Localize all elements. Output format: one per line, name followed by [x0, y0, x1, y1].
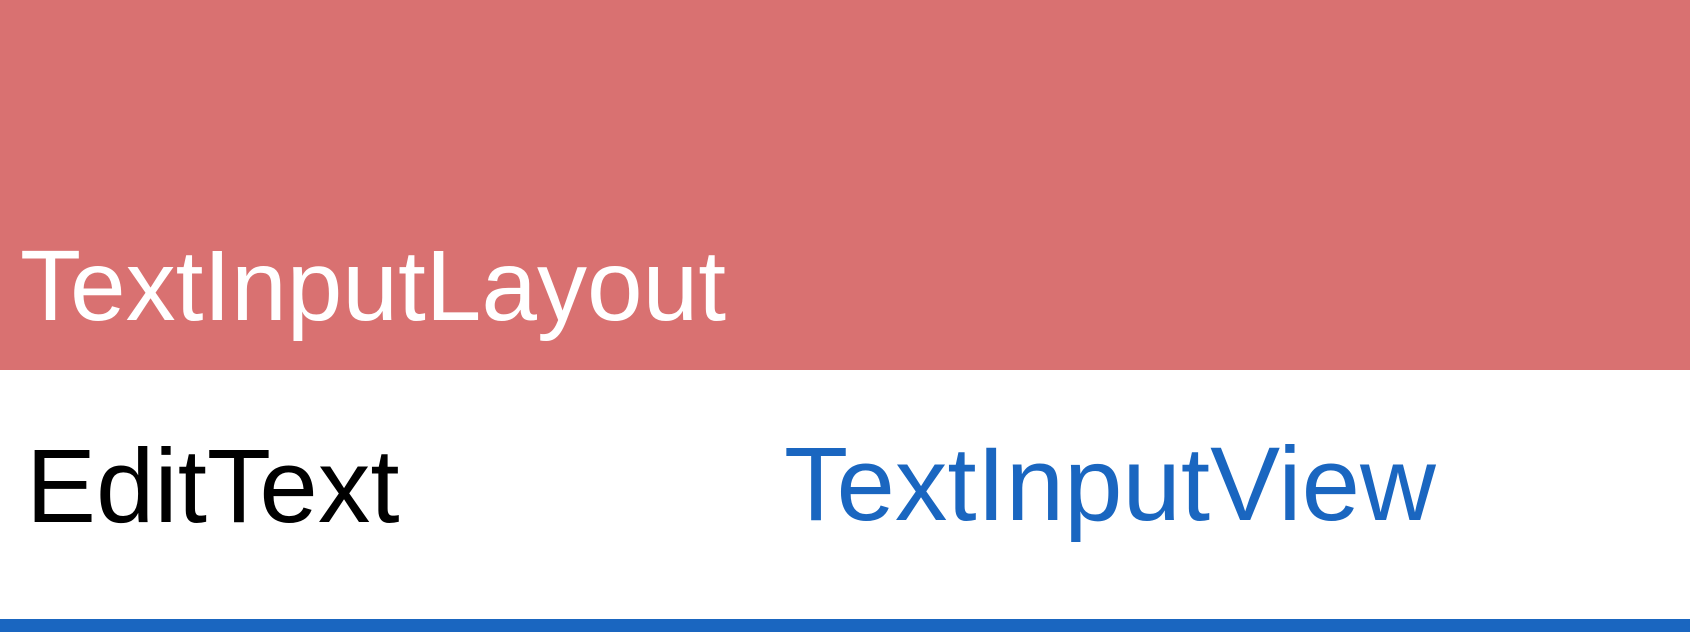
input-underline [0, 619, 1690, 632]
diagram-canvas: TextInputLayout EditText TextInputView [0, 0, 1690, 632]
text-input-view-label: TextInputView [784, 426, 1436, 543]
text-input-layout-box: TextInputLayout [0, 0, 1690, 370]
text-input-layout-label: TextInputLayout [20, 230, 727, 342]
edit-text-label: EditText [26, 428, 400, 545]
